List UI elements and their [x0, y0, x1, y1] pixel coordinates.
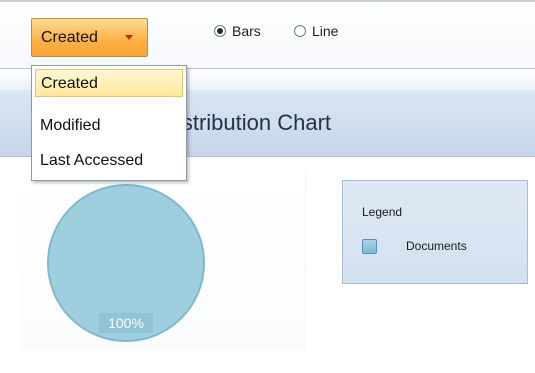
dropdown-item-last-accessed[interactable]: Last Accessed: [35, 147, 183, 175]
legend-swatch-documents: [362, 239, 377, 254]
pie-slice-percent-label: 100%: [108, 315, 144, 331]
dropdown-item-modified[interactable]: Modified: [35, 112, 183, 140]
legend-label-documents: Documents: [406, 239, 467, 253]
dropdown-item-created[interactable]: Created: [35, 69, 183, 97]
legend-title: Legend: [362, 205, 403, 219]
sort-field-dropdown-menu: Created Modified Last Accessed: [31, 65, 187, 181]
chart-legend: Legend Documents: [342, 180, 528, 284]
